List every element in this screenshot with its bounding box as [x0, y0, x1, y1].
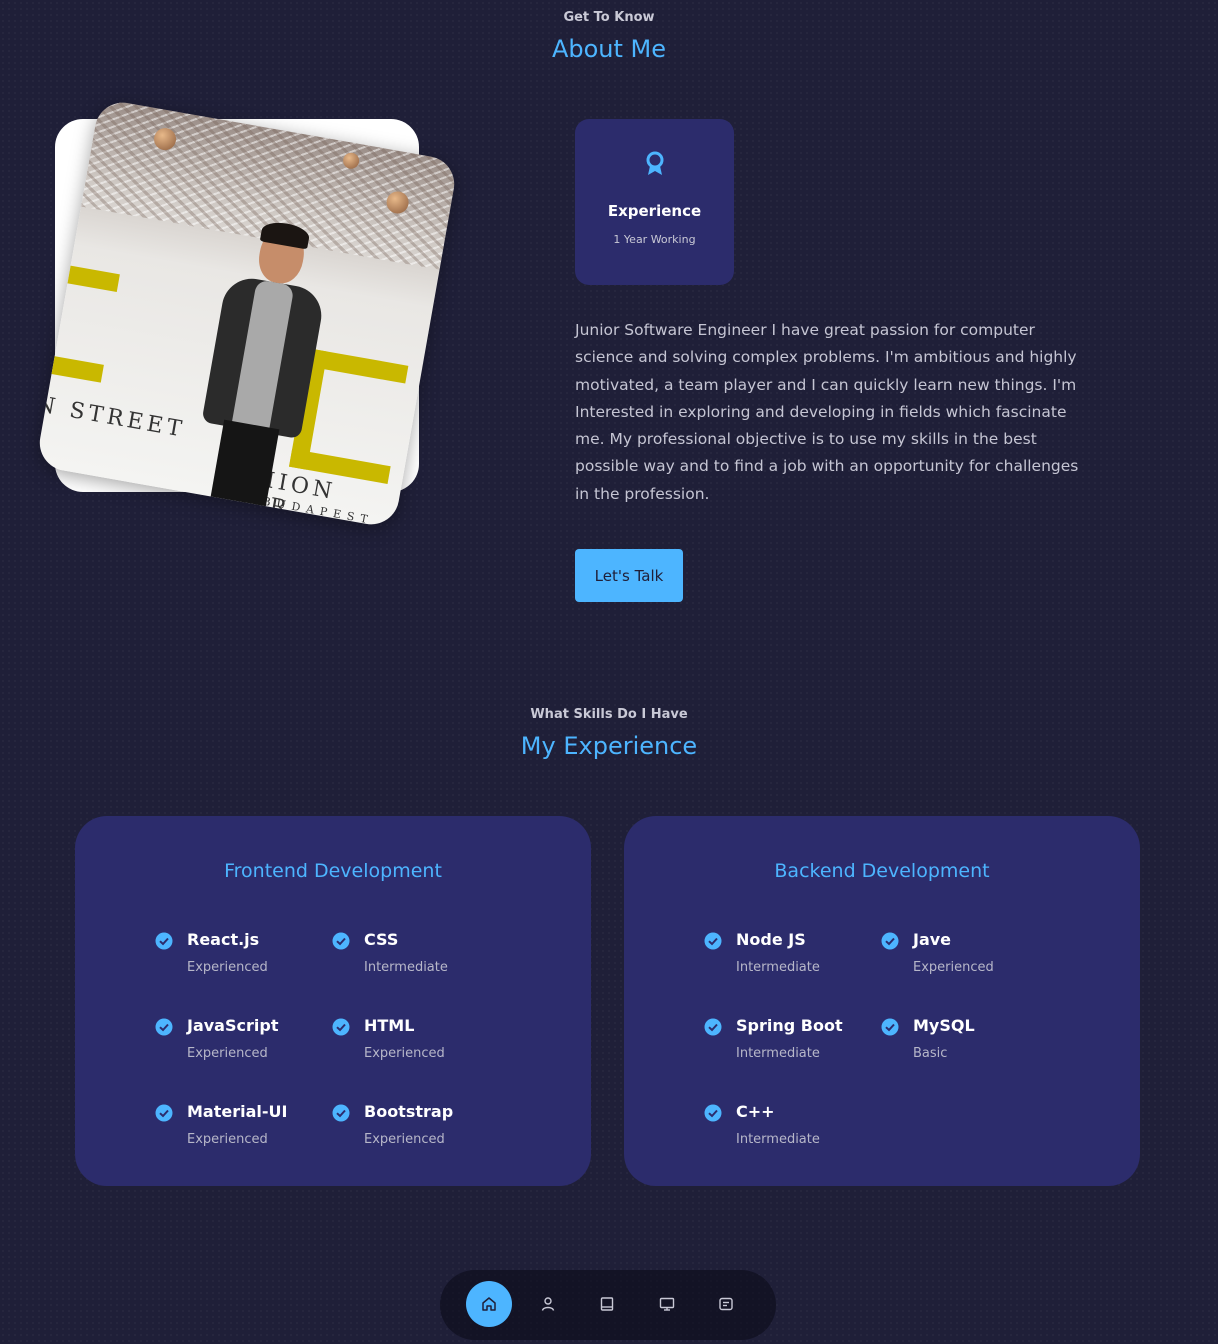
skill-level: Intermediate — [364, 960, 448, 975]
monitor-icon — [659, 1297, 675, 1311]
verified-check-icon — [881, 932, 899, 950]
verified-check-icon — [155, 932, 173, 950]
skill-name: JavaScript — [187, 1016, 279, 1035]
skill-item: Node JS Intermediate — [704, 924, 874, 980]
message-icon — [719, 1297, 733, 1311]
skill-item: React.js Experienced — [155, 924, 325, 980]
photo-logo-left — [35, 260, 120, 383]
nav-portfolio[interactable] — [644, 1281, 690, 1327]
skill-item: Spring Boot Intermediate — [704, 1010, 874, 1066]
skill-name: Jave — [913, 930, 952, 949]
skill-item: Bootstrap Experienced — [332, 1096, 502, 1152]
skill-name: Node JS — [736, 930, 806, 949]
skill-level: Experienced — [364, 1132, 445, 1147]
skill-item: MySQL Basic — [881, 1010, 1051, 1066]
verified-check-icon — [332, 932, 350, 950]
experience-card-subtitle: 1 Year Working — [613, 233, 696, 246]
frontend-card-title: Frontend Development — [224, 860, 442, 882]
skill-level: Intermediate — [736, 960, 820, 975]
skill-name: Bootstrap — [364, 1102, 454, 1121]
verified-check-icon — [704, 932, 722, 950]
home-icon — [482, 1297, 496, 1311]
lets-talk-button[interactable]: Let's Talk — [575, 549, 683, 602]
about-title: About Me — [551, 35, 667, 63]
skill-name: Material-UI — [187, 1102, 288, 1121]
skill-name: C++ — [736, 1102, 775, 1121]
skill-name: CSS — [364, 930, 399, 949]
skill-level: Intermediate — [736, 1046, 820, 1061]
skill-name: Spring Boot — [736, 1016, 843, 1035]
experience-eyebrow: What Skills Do I Have — [530, 707, 688, 722]
skill-level: Experienced — [187, 1046, 268, 1061]
nav-experience[interactable] — [584, 1281, 630, 1327]
user-icon — [541, 1297, 555, 1311]
backend-card-title: Backend Development — [774, 860, 990, 882]
photo-sign-left: N STREET — [35, 391, 188, 443]
verified-check-icon — [155, 1018, 173, 1036]
nav-about[interactable] — [525, 1281, 571, 1327]
verified-check-icon — [704, 1018, 722, 1036]
nav-home[interactable] — [466, 1281, 512, 1327]
skill-level: Intermediate — [736, 1132, 820, 1147]
frontend-card: Frontend Development React.js Experience… — [75, 816, 591, 1186]
nav-contact[interactable] — [703, 1281, 749, 1327]
skill-item: Material-UI Experienced — [155, 1096, 325, 1152]
backend-card: Backend Development Node JS Intermediate… — [624, 816, 1140, 1186]
experience-card-title: Experience — [607, 202, 702, 220]
skill-level: Basic — [913, 1046, 948, 1061]
skill-item: HTML Experienced — [332, 1010, 502, 1066]
skill-level: Experienced — [187, 960, 268, 975]
verified-check-icon — [332, 1018, 350, 1036]
skill-item: C++ Intermediate — [704, 1096, 874, 1152]
experience-title: My Experience — [520, 732, 698, 760]
skill-name: React.js — [187, 930, 260, 949]
skill-item: JavaScript Experienced — [155, 1010, 325, 1066]
skill-item: CSS Intermediate — [332, 924, 502, 980]
bottom-nav — [440, 1270, 776, 1340]
skill-name: HTML — [364, 1016, 415, 1035]
skill-level: Experienced — [187, 1132, 268, 1147]
verified-check-icon — [155, 1104, 173, 1122]
verified-check-icon — [881, 1018, 899, 1036]
about-bio: Junior Software Engineer I have great pa… — [575, 321, 1079, 503]
experience-card: Experience 1 Year Working — [575, 119, 734, 285]
about-eyebrow: Get To Know — [563, 10, 655, 25]
skill-level: Experienced — [364, 1046, 445, 1061]
verified-check-icon — [332, 1104, 350, 1122]
verified-check-icon — [704, 1104, 722, 1122]
award-icon — [646, 151, 664, 175]
portrait-frame: N STREET SHION STR BUDAPEST — [35, 98, 459, 529]
profile-photo: N STREET SHION STR BUDAPEST — [35, 98, 459, 529]
skill-item: Jave Experienced — [881, 924, 1051, 980]
skill-level: Experienced — [913, 960, 994, 975]
book-icon — [600, 1297, 614, 1311]
skill-name: MySQL — [913, 1016, 975, 1035]
